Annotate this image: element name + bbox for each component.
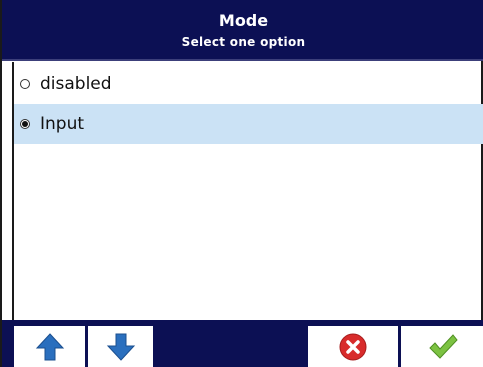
radio-unchecked-icon[interactable]: [20, 79, 30, 89]
checkmark-icon: [429, 334, 458, 359]
cancel-icon: [339, 333, 367, 361]
bottom-toolbar: [2, 320, 483, 367]
option-label: disabled: [40, 74, 112, 94]
option-label: Input: [40, 114, 85, 134]
down-arrow-button[interactable]: [88, 326, 153, 367]
up-arrow-button[interactable]: [14, 326, 85, 367]
option-input[interactable]: Input: [14, 104, 483, 144]
dialog-title: Mode: [218, 11, 269, 30]
option-list: disabled Input: [12, 62, 483, 320]
dialog-header: Mode Select one option: [2, 0, 483, 61]
down-arrow-icon: [106, 333, 135, 361]
dialog-frame: Mode Select one option disabled Input: [0, 0, 483, 367]
up-arrow-icon: [35, 333, 64, 361]
dialog-subtitle: Select one option: [181, 35, 306, 49]
option-disabled[interactable]: disabled: [14, 64, 483, 104]
cancel-button[interactable]: [308, 326, 398, 367]
radio-checked-icon[interactable]: [20, 119, 30, 129]
confirm-button[interactable]: [401, 326, 483, 367]
